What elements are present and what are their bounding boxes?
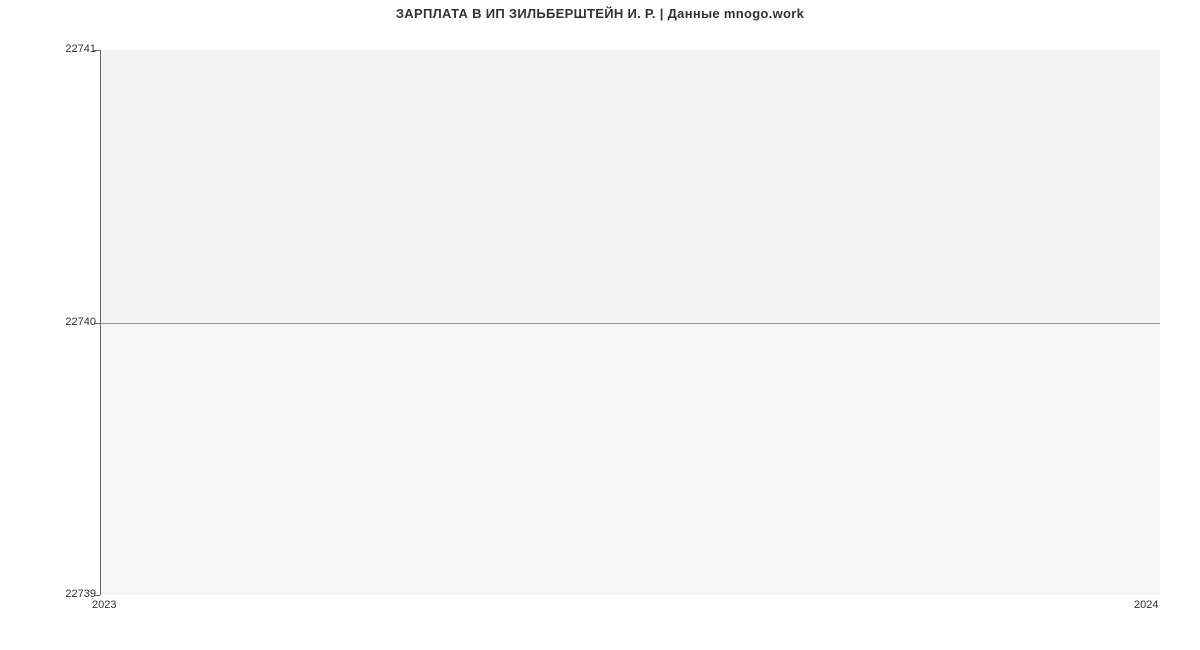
x-tick-label: 2023: [92, 599, 116, 611]
salary-line-chart: ЗАРПЛАТА В ИП ЗИЛЬБЕРШТЕЙН И. Р. | Данны…: [0, 0, 1200, 620]
area-fill: [100, 50, 1160, 323]
y-tick-label: 22741: [48, 44, 96, 55]
series-line: [100, 323, 1160, 324]
y-axis-line: [100, 50, 101, 595]
chart-title: ЗАРПЛАТА В ИП ЗИЛЬБЕРШТЕЙН И. Р. | Данны…: [0, 6, 1200, 21]
x-tick-label: 2024: [1134, 599, 1158, 611]
y-tick-label: 22739: [48, 589, 96, 600]
y-tick-label: 22740: [48, 317, 96, 328]
